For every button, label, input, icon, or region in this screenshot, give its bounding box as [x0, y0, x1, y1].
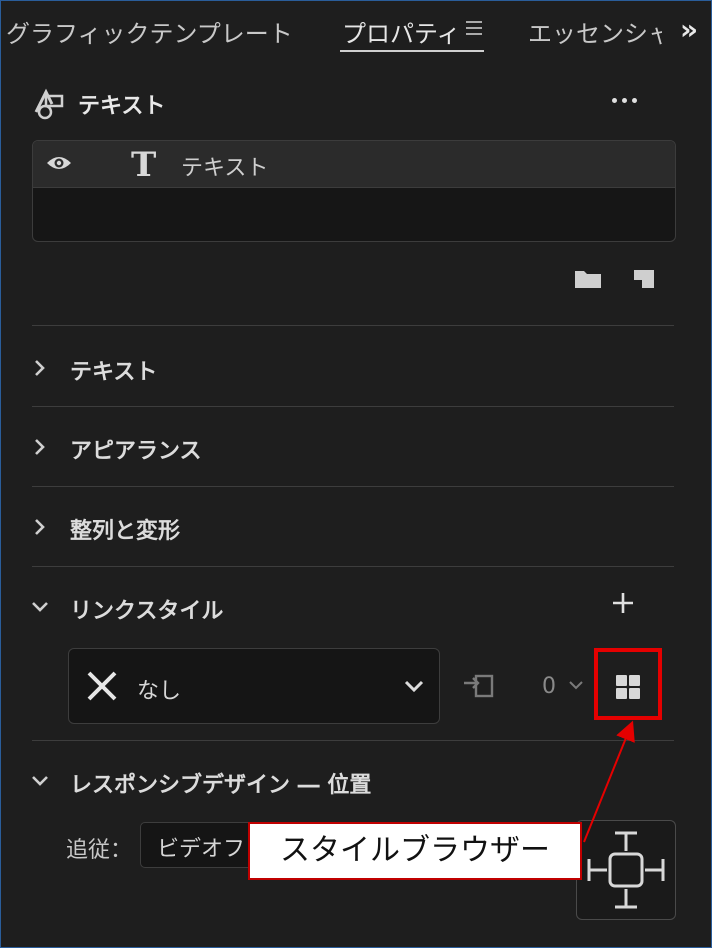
eye-icon[interactable]: [45, 153, 73, 173]
section-text[interactable]: テキスト: [28, 348, 674, 388]
none-x-icon: [87, 671, 117, 701]
divider: [32, 406, 674, 407]
chevron-right-icon: [35, 360, 45, 376]
more-tabs-icon[interactable]: »: [672, 10, 706, 50]
layer-name[interactable]: テキスト: [181, 150, 268, 182]
active-tab-indicator: [340, 50, 484, 52]
section-title: レスポンシブデザイン ― 位置: [70, 773, 372, 798]
divider: [32, 325, 674, 326]
follow-value: ビデオフ: [157, 837, 246, 862]
style-browser-callout: スタイルブラウザー: [248, 822, 582, 880]
section-title: テキスト: [70, 360, 158, 385]
push-to-style-icon[interactable]: [462, 670, 496, 702]
layer-list: T テキスト: [32, 140, 676, 242]
layer-row[interactable]: T テキスト: [33, 141, 675, 188]
section-title: アピアランス: [70, 439, 202, 464]
style-count: 0: [542, 674, 556, 699]
selected-style: なし: [137, 679, 182, 704]
section-title: リンクスタイル: [70, 599, 224, 624]
divider: [32, 486, 674, 487]
section-link-style[interactable]: リンクスタイル: [28, 587, 674, 627]
chevron-down-icon[interactable]: [568, 678, 584, 692]
chevron-down-icon: [404, 680, 424, 693]
chevron-right-icon: [35, 519, 45, 535]
tab-graphic-templates[interactable]: グラフィックテンプレート: [6, 14, 293, 49]
panel-tab-bar: グラフィックテンプレート プロパティ エッセンシャ »: [0, 0, 712, 62]
link-style-dropdown[interactable]: なし: [68, 648, 440, 724]
panel-menu-icon[interactable]: [466, 21, 482, 35]
text-layer-icon: [34, 88, 64, 120]
chevron-down-icon: [32, 602, 48, 612]
add-style-icon[interactable]: [610, 590, 636, 616]
follow-label: 追従：: [66, 838, 133, 863]
chevron-right-icon: [35, 439, 45, 455]
section-align-transform[interactable]: 整列と変形: [28, 507, 674, 547]
section-responsive-design[interactable]: レスポンシブデザイン ― 位置: [28, 761, 674, 801]
new-layer-icon[interactable]: [632, 268, 656, 290]
more-options-icon[interactable]: [606, 88, 644, 112]
divider: [32, 566, 674, 567]
pin-position-icon[interactable]: [576, 820, 676, 920]
callout-text: スタイルブラウザー: [280, 833, 550, 868]
divider: [32, 740, 674, 741]
section-title: 整列と変形: [70, 519, 181, 544]
text-type-icon: T: [131, 145, 157, 185]
tab-essential-graphics[interactable]: エッセンシャ: [528, 14, 662, 49]
chevron-down-icon: [32, 776, 48, 786]
highlight-frame: [594, 648, 662, 720]
panel-title: テキスト: [78, 94, 166, 119]
tab-properties[interactable]: プロパティ: [342, 14, 461, 49]
section-appearance[interactable]: アピアランス: [28, 427, 674, 467]
folder-icon[interactable]: [574, 268, 602, 290]
